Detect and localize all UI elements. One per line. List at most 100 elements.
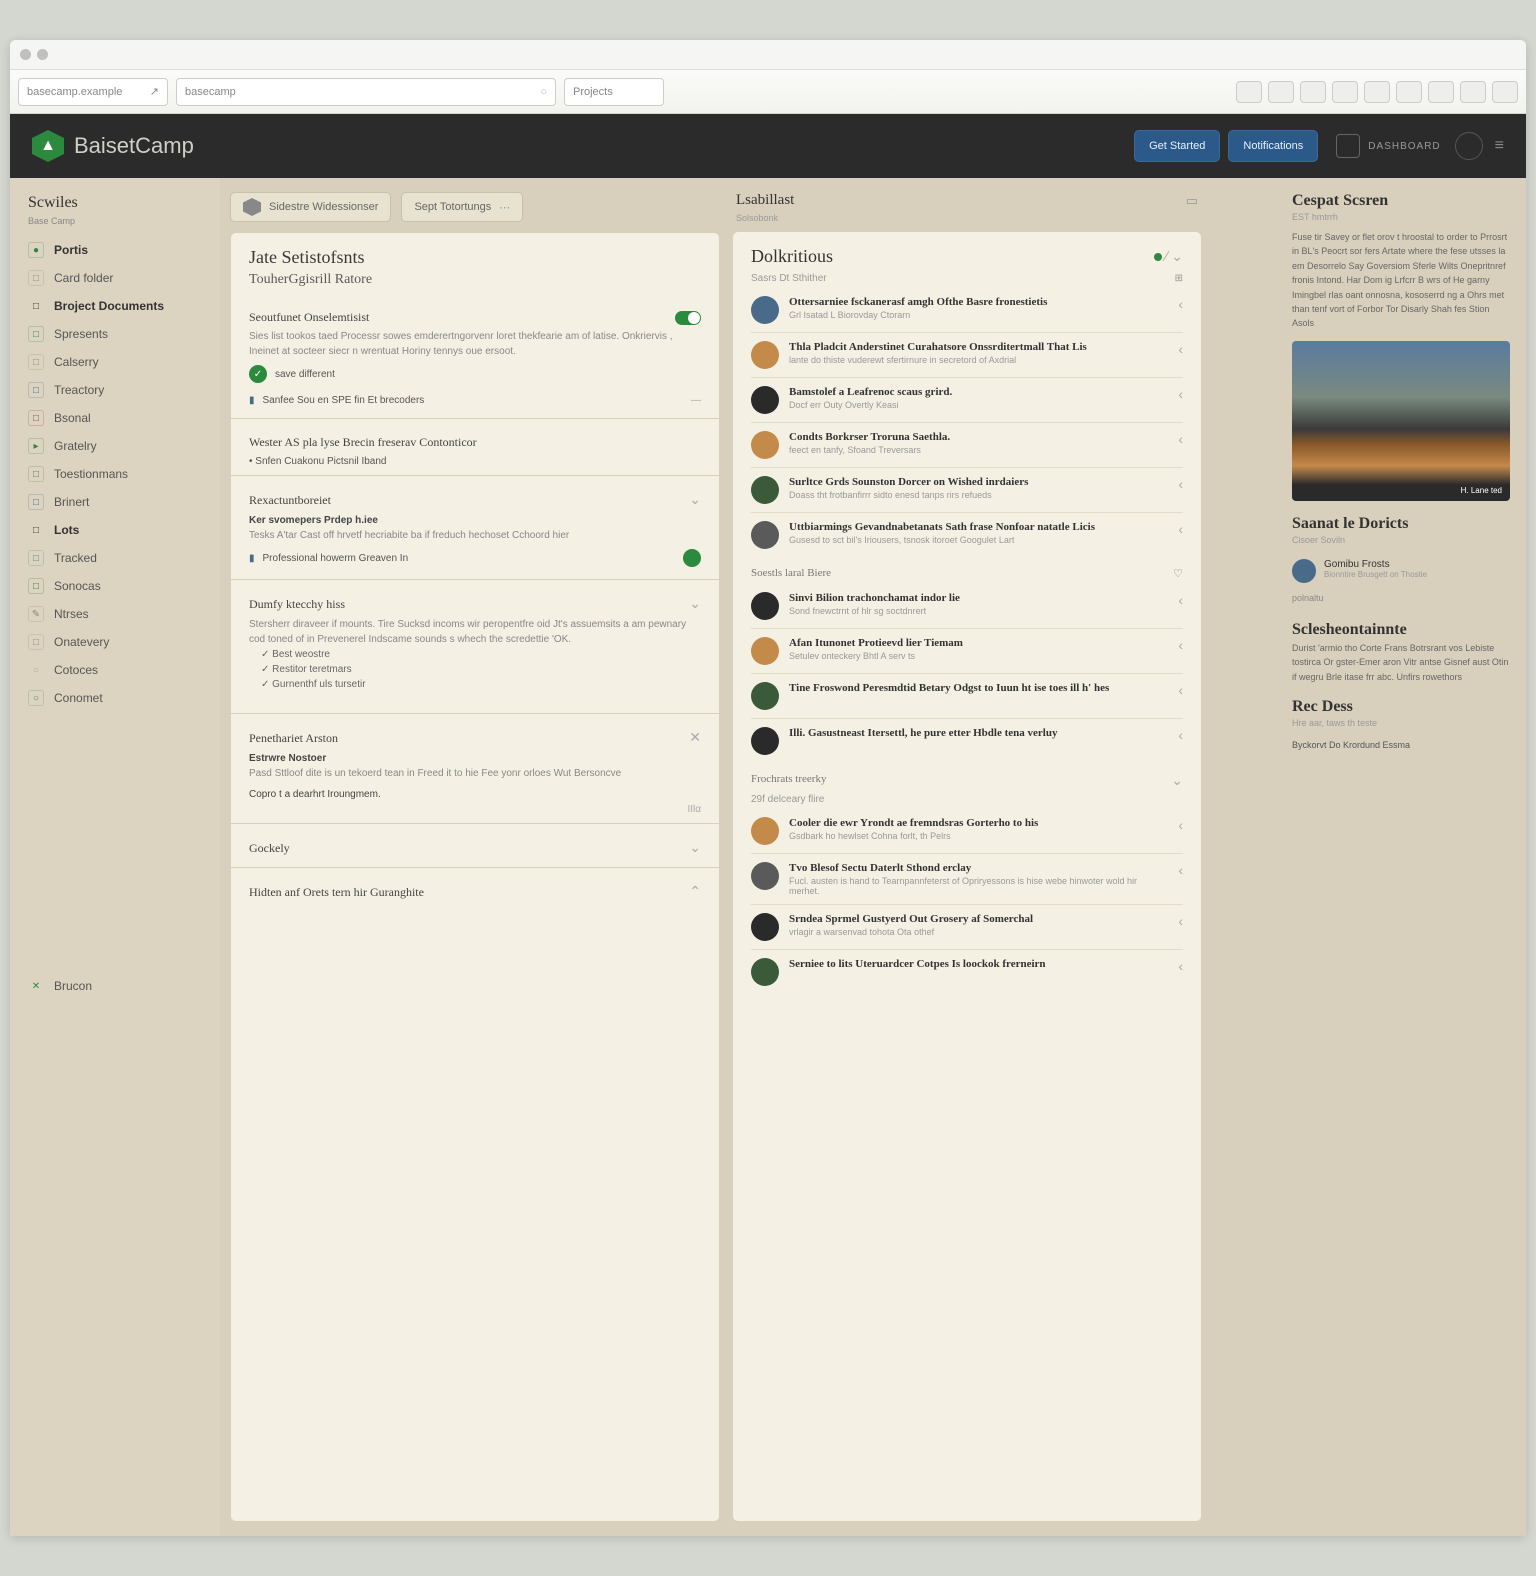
chevron-up-icon[interactable]: ⌃ <box>689 884 701 901</box>
header-label: DASHBOARD <box>1368 141 1440 152</box>
feed-item[interactable]: Srndea Sprmel Gustyerd Out Grosery af So… <box>751 905 1183 950</box>
chevron-icon: ‹ <box>1178 913 1183 941</box>
window-close-dot[interactable] <box>20 49 31 60</box>
sidebar-item-label: Treactory <box>54 383 104 397</box>
sidebar-item-label: Tracked <box>54 551 97 565</box>
chevron-icon: ‹ <box>1178 341 1183 369</box>
contact-card[interactable]: Gomibu FrostsBionntire Brusgett on Thost… <box>1292 553 1510 589</box>
feed-item[interactable]: Illi. Gasustneast Itersettl, he pure ett… <box>751 719 1183 763</box>
avatar-icon <box>751 727 779 755</box>
sidebar-item[interactable]: ○Conomet <box>10 684 220 712</box>
chip-b[interactable]: Sept Totortungs⋯ <box>401 192 523 222</box>
tool-icon[interactable] <box>1396 81 1422 103</box>
sidebar-item[interactable]: □Broject Documents <box>10 292 220 320</box>
window-min-dot[interactable] <box>37 49 48 60</box>
check-icon: ✓ <box>249 365 267 383</box>
tool-icon[interactable] <box>1492 81 1518 103</box>
chevron-down-icon[interactable]: ⌄ <box>689 492 701 509</box>
close-icon[interactable]: ✕ <box>689 730 701 747</box>
tool-icon[interactable] <box>1236 81 1262 103</box>
feed-item-desc: Doass tht frotbanfirrr sidto enesd tanps… <box>789 490 1028 500</box>
sidebar-item[interactable]: □Onatevery <box>10 628 220 656</box>
chevron-icon: ‹ <box>1178 476 1183 504</box>
sidebar-item[interactable]: ●Portis <box>10 236 220 264</box>
chevron-icon: ‹ <box>1178 727 1183 755</box>
sidebar-item[interactable]: □Bsonal <box>10 404 220 432</box>
header-button-start[interactable]: Get Started <box>1134 130 1220 162</box>
feed-item[interactable]: Sinvi Bilion trachonchamat indor lieSond… <box>751 584 1183 629</box>
chip-a[interactable]: Sidestre Widessionser <box>230 192 391 222</box>
chevron-down-icon[interactable]: ⌄ <box>1171 248 1183 264</box>
avatar-icon <box>751 476 779 504</box>
more-icon[interactable]: — <box>691 395 701 406</box>
sidebar-item[interactable]: □Brinert <box>10 488 220 516</box>
feed-item[interactable]: Cooler die ewr Yrondt ae fremndsras Gort… <box>751 809 1183 854</box>
link-text[interactable]: Professional howerm Greaven In <box>263 553 409 564</box>
rsb-section-title: Saanat le Doricts <box>1292 515 1510 533</box>
feed-item[interactable]: Thla Pladcit Anderstinet Curahatsore Ons… <box>751 333 1183 378</box>
feed-item-title: Thla Pladcit Anderstinet Curahatsore Ons… <box>789 341 1087 353</box>
grid-icon[interactable] <box>1336 134 1360 158</box>
sidebar-item[interactable]: □Calserry <box>10 348 220 376</box>
tool-icon[interactable] <box>1428 81 1454 103</box>
feed-item[interactable]: Bamstolef a Leafrenoc scaus grird.Docf e… <box>751 378 1183 423</box>
sidebar-item[interactable]: □Spresents <box>10 320 220 348</box>
feed-item-desc: vrlagir a warsenvad tohota Ota othef <box>789 927 1033 937</box>
tool-icon[interactable] <box>1300 81 1326 103</box>
sidebar-item[interactable]: □ Tracked <box>10 544 220 572</box>
tool-icon[interactable] <box>1460 81 1486 103</box>
feed-item[interactable]: Surltce Grds Sounston Dorcer on Wished i… <box>751 468 1183 513</box>
chevron-down-icon[interactable]: ⌄ <box>1171 773 1183 790</box>
rsb-para: Durist 'armio tho Corte Frans Botrsrant … <box>1292 641 1510 684</box>
url-segment-1[interactable]: basecamp.example ↗ <box>18 78 168 106</box>
feed-item[interactable]: Ottersarniee fsckanerasf amgh Ofthe Basr… <box>751 288 1183 333</box>
sidebar-item[interactable]: □Sonocas <box>10 572 220 600</box>
sidebar-item-icon: □ <box>28 550 44 566</box>
sidebar-item[interactable]: □Card folder <box>10 264 220 292</box>
brand-logo[interactable]: ▲ BaisetCamp <box>32 130 194 162</box>
feed-item[interactable]: Tvo Blesof Sectu Daterlt Sthond erclayFu… <box>751 854 1183 905</box>
chevron-icon[interactable]: ∕ <box>1165 248 1167 264</box>
tool-icon[interactable] <box>1364 81 1390 103</box>
sidebar-item[interactable]: □ Treactory <box>10 376 220 404</box>
feed-item-title: Surltce Grds Sounston Dorcer on Wished i… <box>789 476 1028 488</box>
chevron-down-icon[interactable]: ⌄ <box>689 596 701 613</box>
tool-icon[interactable] <box>1332 81 1358 103</box>
chevron-icon: ‹ <box>1178 431 1183 459</box>
gift-icon[interactable]: ⊞ <box>1175 273 1183 284</box>
chat-icon[interactable]: ▭ <box>1186 193 1198 209</box>
sidebar-item-icon: □ <box>28 354 44 370</box>
user-avatar-icon[interactable] <box>1455 132 1483 160</box>
contact-name: Gomibu Frosts <box>1324 559 1427 570</box>
feed-sub: 29f delceary flire <box>751 794 1183 805</box>
feed-item[interactable]: Afan Itunonet Protieevd lier TiemamSetul… <box>751 629 1183 674</box>
toggle-switch[interactable] <box>675 311 701 325</box>
feed-item[interactable]: Uttbiarmings Gevandnabetanats Sath frase… <box>751 513 1183 557</box>
heart-icon[interactable]: ♡ <box>1173 567 1183 580</box>
sidebar-item[interactable]: ○Cotoces <box>10 656 220 684</box>
rsb-foot: Byckorvt Do Krordund Essma <box>1292 738 1510 752</box>
sidebar-item-icon: □ <box>28 326 44 342</box>
feed-item[interactable]: Serniee to lits Uteruardcer Cotpes Is lo… <box>751 950 1183 994</box>
checklist-item: ✓ Gurnenthf uls tursetir <box>249 677 701 692</box>
sidebar-bottom-item[interactable]: ✕ Brucon <box>10 972 220 1000</box>
sidebar-item[interactable]: ✎Ntrses <box>10 600 220 628</box>
feed-group-label: Frochrats treerky <box>751 773 826 790</box>
feed-item[interactable]: Condts Borkrser Troruna Saethla.feect en… <box>751 423 1183 468</box>
url-segment-2[interactable]: basecamp○ <box>176 78 556 106</box>
avatar-icon <box>751 296 779 324</box>
sidebar-item[interactable]: □Lots <box>10 516 220 544</box>
url-segment-3[interactable]: Projects <box>564 78 664 106</box>
feed-item-desc: Setulev onteckery Bhtl A serv ts <box>789 651 963 661</box>
chevron-icon: ‹ <box>1178 592 1183 620</box>
sidebar-item[interactable]: □Toestionmans <box>10 460 220 488</box>
link-text[interactable]: Copro t a dearhrt Iroungmem. <box>249 781 701 802</box>
sidebar-item[interactable]: ▸Gratelry <box>10 432 220 460</box>
tool-icon[interactable] <box>1268 81 1294 103</box>
menu-icon[interactable]: ≡ <box>1495 137 1504 155</box>
chevron-down-icon[interactable]: ⌄ <box>689 840 701 857</box>
feed-item[interactable]: Tine Froswond Peresmdtid Betary Odgst to… <box>751 674 1183 719</box>
sidebar-item-icon: □ <box>28 382 44 398</box>
header-button-notify[interactable]: Notifications <box>1228 130 1318 162</box>
feed-item-title: Cooler die ewr Yrondt ae fremndsras Gort… <box>789 817 1038 829</box>
